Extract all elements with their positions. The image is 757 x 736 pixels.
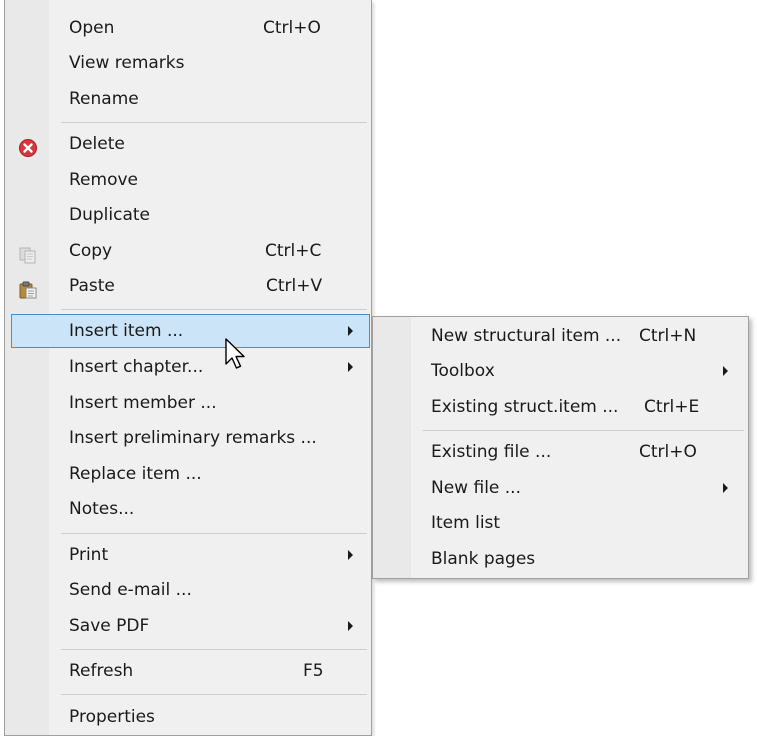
menu-item-send-email[interactable]: Send e-mail ... <box>7 573 369 607</box>
menu-item-label: Send e-mail ... <box>69 580 192 600</box>
menu-item-shortcut: Ctrl+O <box>263 18 321 38</box>
menu-item-label: Paste <box>69 276 115 296</box>
menu-item-label: Save PDF <box>69 616 150 636</box>
menu-item-duplicate[interactable]: Duplicate <box>7 198 369 232</box>
menu-item-copy[interactable]: Copy Ctrl+C <box>7 234 369 268</box>
submenu-item-new-file[interactable]: New file ... <box>375 471 746 505</box>
menu-item-rename[interactable]: Rename <box>7 82 369 116</box>
submenu-item-new-structural-item[interactable]: New structural item ... Ctrl+N <box>375 319 746 353</box>
menu-item-paste[interactable]: Paste Ctrl+V <box>7 269 369 303</box>
menu-item-shortcut: Ctrl+E <box>644 397 700 417</box>
menu-item-label: Delete <box>69 134 125 154</box>
menu-item-shortcut: Ctrl+N <box>639 326 697 346</box>
menu-item-label: Existing struct.item ... <box>431 397 619 417</box>
menu-separator <box>61 694 367 695</box>
menu-item-label: Replace item ... <box>69 464 202 484</box>
menu-item-insert-member[interactable]: Insert member ... <box>7 386 369 420</box>
submenu-arrow-icon <box>723 366 728 376</box>
submenu-item-existing-struct-item[interactable]: Existing struct.item ... Ctrl+E <box>375 390 746 424</box>
menu-item-label: Copy <box>69 241 113 261</box>
submenu-item-existing-file[interactable]: Existing file ... Ctrl+O <box>375 435 746 469</box>
menu-separator <box>61 649 367 650</box>
copy-icon <box>19 242 37 264</box>
menu-separator <box>61 533 367 534</box>
menu-separator <box>61 309 367 310</box>
menu-item-label: Refresh <box>69 661 134 681</box>
menu-item-label: Print <box>69 545 109 565</box>
submenu-arrow-icon <box>348 621 353 631</box>
menu-item-print[interactable]: Print <box>7 538 369 572</box>
menu-separator <box>423 430 744 431</box>
context-menu: Open Ctrl+O View remarks Rename Delete R… <box>4 0 372 736</box>
menu-item-label: Properties <box>69 707 155 727</box>
menu-item-remove[interactable]: Remove <box>7 163 369 197</box>
menu-item-label: Remove <box>69 170 138 190</box>
menu-item-label: Notes... <box>69 499 135 519</box>
menu-item-label: Open <box>69 18 115 38</box>
menu-item-notes[interactable]: Notes... <box>7 492 369 526</box>
menu-item-open[interactable]: Open Ctrl+O <box>7 11 369 45</box>
menu-separator <box>61 122 367 123</box>
menu-item-label: Rename <box>69 89 139 109</box>
submenu-arrow-icon <box>348 550 353 560</box>
menu-item-delete[interactable]: Delete <box>7 127 369 161</box>
menu-item-shortcut: Ctrl+V <box>266 276 323 296</box>
menu-item-label: Blank pages <box>431 549 536 569</box>
menu-item-label: Toolbox <box>431 361 495 381</box>
menu-item-shortcut: F5 <box>303 661 324 681</box>
menu-item-label: Insert chapter... <box>69 357 204 377</box>
menu-item-label: Insert member ... <box>69 393 217 413</box>
menu-item-shortcut: Ctrl+O <box>639 442 697 462</box>
menu-item-view-remarks[interactable]: View remarks <box>7 46 369 80</box>
submenu-arrow-icon <box>348 362 353 372</box>
menu-item-label: New file ... <box>431 478 521 498</box>
menu-item-properties[interactable]: Properties <box>7 700 369 734</box>
menu-item-insert-item[interactable]: Insert item ... <box>11 314 370 348</box>
paste-icon <box>19 277 37 299</box>
submenu-arrow-icon <box>723 483 728 493</box>
menu-item-shortcut: Ctrl+C <box>265 241 322 261</box>
insert-item-submenu: New structural item ... Ctrl+N Toolbox E… <box>372 316 749 579</box>
menu-item-label: New structural item ... <box>431 326 622 346</box>
menu-item-refresh[interactable]: Refresh F5 <box>7 654 369 688</box>
submenu-arrow-icon <box>348 326 353 336</box>
menu-item-label: Item list <box>431 513 501 533</box>
menu-item-label: Insert preliminary remarks ... <box>69 428 317 448</box>
submenu-item-toolbox[interactable]: Toolbox <box>375 354 746 388</box>
menu-item-label: Insert item ... <box>69 321 184 341</box>
submenu-item-item-list[interactable]: Item list <box>375 506 746 540</box>
menu-item-insert-preliminary-remarks[interactable]: Insert preliminary remarks ... <box>7 421 369 455</box>
menu-item-insert-chapter[interactable]: Insert chapter... <box>7 350 369 384</box>
menu-item-save-pdf[interactable]: Save PDF <box>7 609 369 643</box>
menu-item-label: View remarks <box>69 53 185 73</box>
delete-icon <box>19 135 37 157</box>
menu-item-label: Existing file ... <box>431 442 552 462</box>
menu-item-replace-item[interactable]: Replace item ... <box>7 457 369 491</box>
mouse-cursor-icon <box>225 338 245 369</box>
submenu-item-blank-pages[interactable]: Blank pages <box>375 542 746 576</box>
menu-item-label: Duplicate <box>69 205 150 225</box>
